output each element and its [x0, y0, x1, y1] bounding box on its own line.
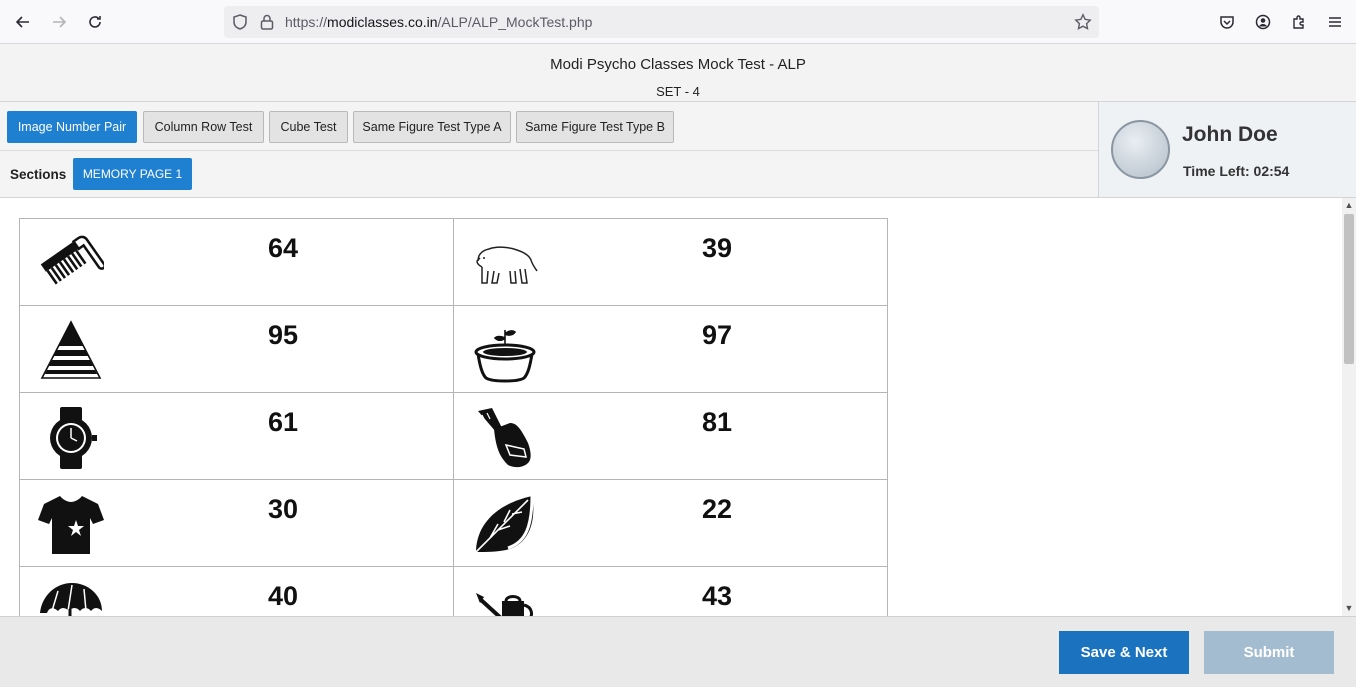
pair-cell: 61	[19, 392, 454, 480]
table-row: 64 39	[19, 218, 888, 306]
pair-number: 95	[268, 320, 299, 350]
umbrella-icon	[40, 583, 102, 616]
lock-icon[interactable]	[258, 13, 276, 31]
submit-button[interactable]: Submit	[1204, 631, 1334, 674]
forward-arrow-icon[interactable]	[45, 8, 73, 36]
table-row: 30 22	[19, 479, 888, 567]
menu-icon[interactable]	[1321, 8, 1349, 36]
pair-cell: 30	[19, 479, 454, 567]
tshirt-icon	[38, 496, 104, 554]
pair-number: 39	[702, 233, 733, 263]
bear-icon	[476, 246, 538, 284]
shield-icon[interactable]	[231, 13, 249, 31]
tab-image-number-pair[interactable]: Image Number Pair	[7, 111, 137, 143]
pair-cell: 64	[19, 218, 454, 306]
plant-pot-icon	[474, 330, 536, 383]
exam-set-label: SET - 4	[656, 84, 700, 99]
action-footer: Save & Next Submit	[0, 616, 1356, 687]
pair-number: 61	[268, 407, 299, 437]
save-next-button[interactable]: Save & Next	[1059, 631, 1189, 674]
sections-label: Sections	[10, 167, 67, 182]
pair-number: 22	[702, 494, 733, 524]
tab-same-figure-type-a[interactable]: Same Figure Test Type A	[353, 111, 511, 143]
pair-number: 40	[268, 581, 299, 611]
avatar	[1111, 120, 1170, 179]
question-area: 64 39 95 97 61 81 30 22 40 43	[0, 198, 1342, 616]
candidate-name: John Doe	[1182, 123, 1278, 146]
leaf-icon	[475, 495, 534, 553]
candidate-profile: John Doe Time Left: 02:54	[1098, 102, 1356, 198]
pyramid-icon	[40, 320, 102, 379]
test-navigation: Image Number Pair Column Row Test Cube T…	[0, 102, 1098, 198]
tab-same-figure-type-b[interactable]: Same Figure Test Type B	[516, 111, 674, 143]
pair-cell: 43	[453, 566, 888, 616]
pair-cell: 81	[453, 392, 888, 480]
section-memory-page-1-button[interactable]: MEMORY PAGE 1	[73, 158, 192, 190]
tab-cube-test[interactable]: Cube Test	[269, 111, 348, 143]
scroll-thumb[interactable]	[1344, 214, 1354, 364]
pocket-icon[interactable]	[1213, 8, 1241, 36]
table-row: 95 97	[19, 305, 888, 393]
watering-can-icon	[476, 593, 533, 616]
bookmark-star-icon[interactable]	[1074, 13, 1092, 31]
extensions-icon[interactable]	[1285, 8, 1313, 36]
pair-number: 97	[702, 320, 733, 350]
exam-title: Modi Psycho Classes Mock Test - ALP	[550, 56, 806, 73]
scroll-down-icon[interactable]: ▼	[1344, 603, 1354, 613]
content-scrollbar[interactable]: ▲ ▼	[1342, 198, 1356, 616]
test-type-tabs: Image Number Pair Column Row Test Cube T…	[0, 102, 1098, 151]
pair-cell: 40	[19, 566, 454, 616]
reload-icon[interactable]	[81, 8, 109, 36]
pair-number: 43	[702, 581, 733, 611]
url-text: https://modiclasses.co.in/ALP/ALP_MockTe…	[285, 14, 593, 30]
address-bar[interactable]: https://modiclasses.co.in/ALP/ALP_MockTe…	[224, 6, 1099, 38]
comb-icon	[40, 235, 104, 285]
tab-column-row-test[interactable]: Column Row Test	[143, 111, 264, 143]
table-row: 61 81	[19, 392, 888, 480]
pair-cell: 39	[453, 218, 888, 306]
account-icon[interactable]	[1249, 8, 1277, 36]
pair-cell: 22	[453, 479, 888, 567]
pair-number: 64	[268, 233, 299, 263]
pair-cell: 97	[453, 305, 888, 393]
browser-toolbar: https://modiclasses.co.in/ALP/ALP_MockTe…	[0, 0, 1356, 44]
pair-number: 30	[268, 494, 299, 524]
car-key-icon	[478, 408, 531, 468]
image-number-table: 64 39 95 97 61 81 30 22 40 43	[19, 218, 888, 616]
table-row: 40 43	[19, 566, 888, 616]
pair-number: 81	[702, 407, 733, 437]
exam-header: Modi Psycho Classes Mock Test - ALP SET …	[0, 44, 1356, 102]
back-arrow-icon[interactable]	[9, 8, 37, 36]
pair-cell: 95	[19, 305, 454, 393]
time-left: Time Left: 02:54	[1183, 163, 1290, 179]
wristwatch-icon	[50, 407, 97, 469]
scroll-up-icon[interactable]: ▲	[1344, 200, 1354, 210]
